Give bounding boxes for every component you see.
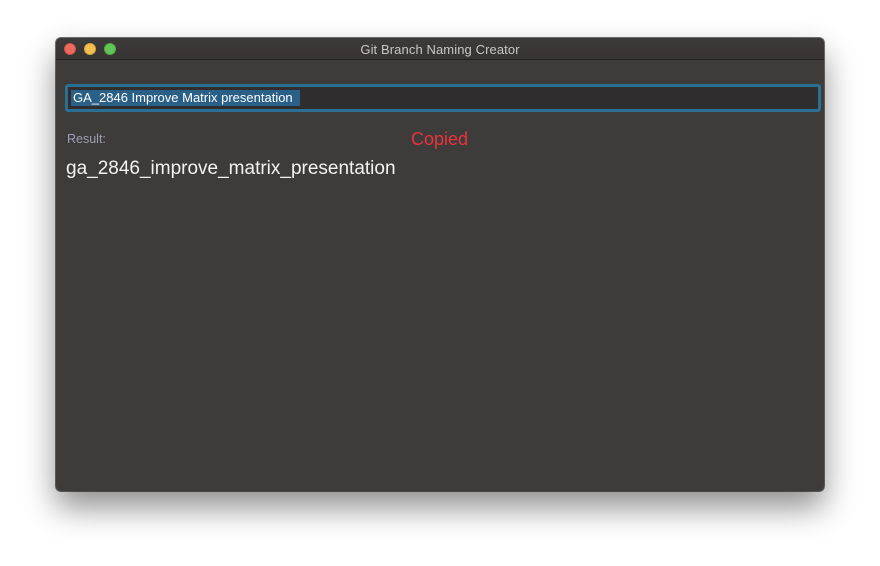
app-window: Git Branch Naming Creator GA_2846 Improv… (56, 38, 824, 491)
copied-status: Copied (411, 129, 469, 149)
title-bar[interactable]: Git Branch Naming Creator (56, 38, 824, 60)
result-label: Result: (67, 132, 106, 146)
input-selected-text[interactable]: GA_2846 Improve Matrix presentation (71, 90, 300, 106)
window-title: Git Branch Naming Creator (360, 42, 520, 57)
result-value[interactable]: ga_2846_improve_matrix_presentation (66, 158, 396, 180)
branch-name-input[interactable]: GA_2846 Improve Matrix presentation (65, 84, 821, 112)
